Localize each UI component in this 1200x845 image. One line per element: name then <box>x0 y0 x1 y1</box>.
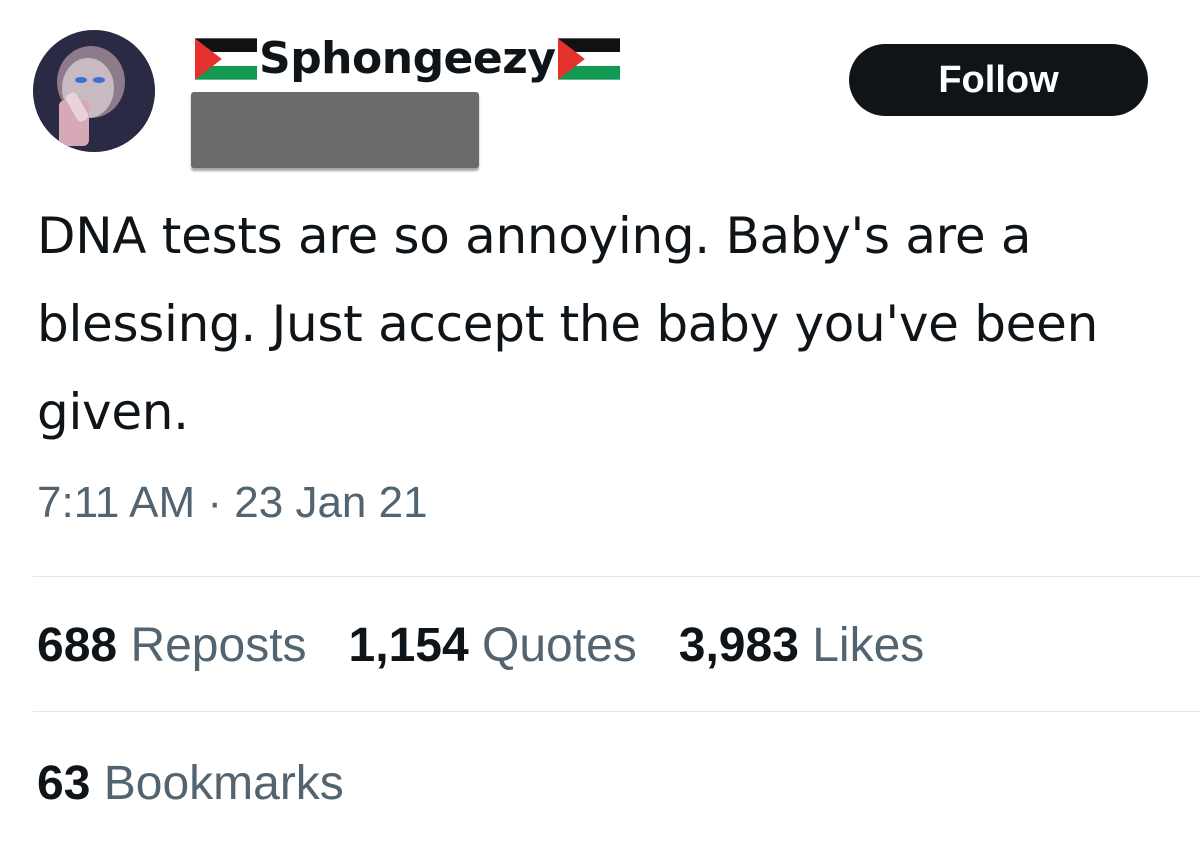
likes-label: Likes <box>812 619 925 672</box>
likes-stat[interactable]: 3,983 Likes <box>679 618 925 673</box>
likes-count: 3,983 <box>678 619 799 672</box>
quotes-count: 1,154 <box>348 619 469 672</box>
avatar[interactable] <box>33 30 155 152</box>
palestine-flag-icon <box>557 38 620 80</box>
reposts-count: 688 <box>37 619 118 672</box>
redacted-handle <box>191 92 479 168</box>
quotes-stat[interactable]: 1,154 Quotes <box>349 618 637 673</box>
avatar-image <box>33 30 155 152</box>
tweet-date: 23 Jan 21 <box>234 478 428 527</box>
quotes-label: Quotes <box>482 619 637 672</box>
reposts-stat[interactable]: 688 Reposts <box>37 618 307 673</box>
engagement-stats: 688 Reposts 1,154 Quotes 3,983 Likes <box>37 618 924 673</box>
divider <box>33 711 1200 712</box>
reposts-label: Reposts <box>130 619 307 672</box>
bookmarks-count: 63 <box>37 757 91 810</box>
palestine-flag-icon <box>195 38 257 80</box>
bookmarks-label: Bookmarks <box>103 757 344 810</box>
divider <box>33 576 1200 577</box>
tweet-text: DNA tests are so annoying. Baby's are a … <box>37 207 1098 441</box>
follow-button[interactable]: Follow <box>849 44 1148 116</box>
author-name-row[interactable]: Sphongeezy <box>195 30 620 88</box>
tweet-timestamp[interactable]: 7:11 AM · 23 Jan 21 <box>37 478 428 528</box>
tweet-time: 7:11 AM <box>37 478 196 527</box>
timestamp-separator: · <box>207 478 223 527</box>
bookmarks-stat[interactable]: 63 Bookmarks <box>37 756 344 811</box>
author-display-name[interactable]: Sphongeezy <box>259 30 556 88</box>
